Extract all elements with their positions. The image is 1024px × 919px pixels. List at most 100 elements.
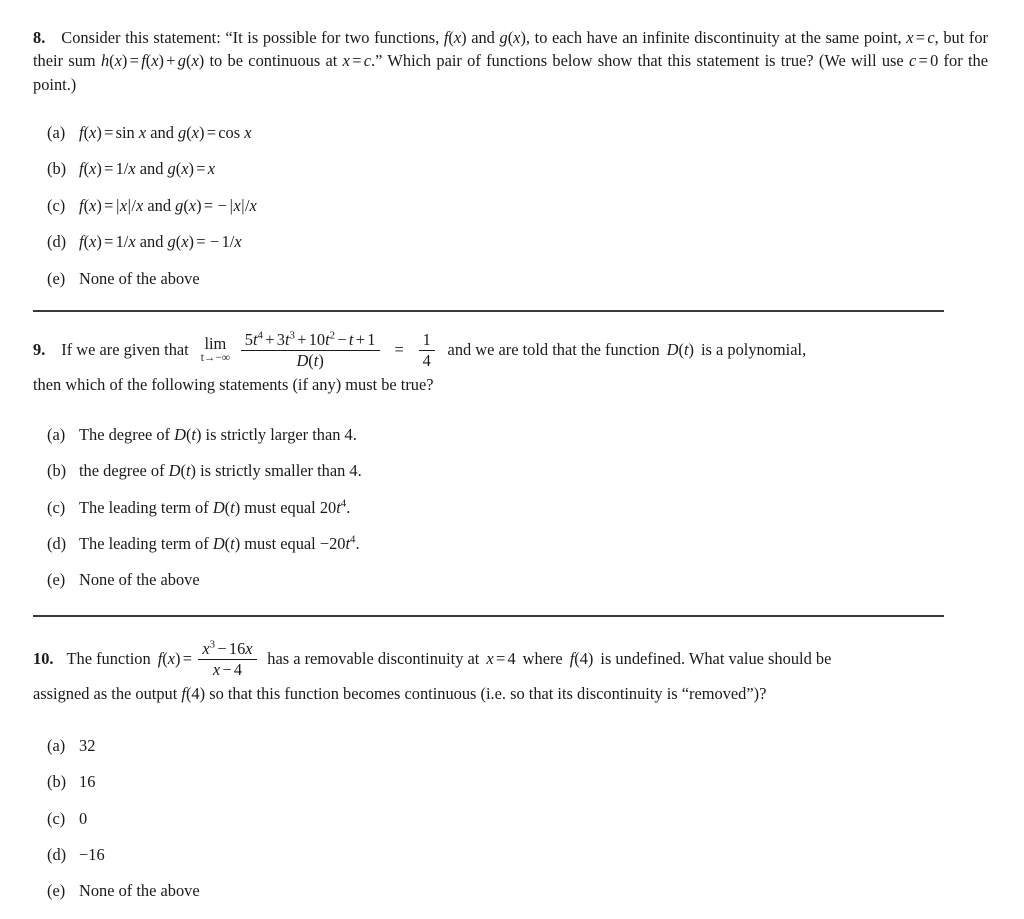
result-fraction: 1 4: [418, 330, 435, 370]
choice-label: (b): [47, 772, 67, 792]
question-8-text-c: , to each have an infinite discontinuity…: [525, 28, 907, 47]
question-9-text-pre: If we are given that: [61, 340, 189, 360]
question-8-choice-c[interactable]: (c) f(x) = |x|/x and g(x) = − |x|/x: [33, 195, 988, 215]
question-8-h-eq: h(x) = f(x) + g(x): [100, 51, 205, 71]
choice-label: (c): [47, 195, 66, 215]
question-9-prompt-line-1: 9. If we are given that lim t→−∞ 5t4 +3t3…: [33, 329, 988, 370]
question-8-choice-d[interactable]: (d) f(x) = 1/x and g(x) = −1/x: [33, 232, 988, 252]
question-9-text-post: is a polynomial,: [701, 340, 807, 360]
choice-text: 0: [79, 808, 88, 828]
question-9-choice-a[interactable]: (a) The degree of D(t) is strictly large…: [33, 424, 988, 444]
question-10-text-post: is undefined. What value should be: [600, 649, 832, 669]
choice-text: f(x) = |x|/x and g(x) = − |x|/x: [79, 195, 257, 215]
question-10-line2-f4: f(4): [181, 684, 206, 704]
question-9-choice-c[interactable]: (c) The leading term of D(t) must equal …: [33, 497, 988, 517]
choice-text: None of the above: [79, 570, 200, 590]
choice-text: 32: [79, 735, 96, 755]
choice-text: f(x) = 1/x and g(x) = −1/x: [79, 232, 242, 252]
question-8-choices: (a) f(x) = sin x and g(x) = cos x (b) f(x) = 1…: [33, 122, 988, 288]
question-9-Dt: D(t): [666, 340, 694, 360]
choice-label: (d): [47, 533, 67, 553]
question-10-prompt-line-2: assigned as the output f(4) so that this…: [33, 682, 988, 705]
question-9-choice-e[interactable]: (e) None of the above: [33, 570, 988, 590]
choice-label: (c): [47, 808, 66, 828]
choice-label: (c): [47, 497, 66, 517]
question-9-number: 9.: [33, 340, 46, 360]
question-8-fx: f(x): [443, 28, 467, 47]
choice-text: −16: [79, 844, 105, 864]
question-10-number: 10.: [33, 649, 54, 669]
question-8-x-eq-c: x = c: [906, 28, 935, 47]
choice-label: (d): [47, 232, 67, 252]
limit-operator: lim t→−∞: [200, 333, 231, 365]
choice-text: the degree of D(t) is strictly smaller t…: [79, 461, 362, 481]
question-10-f-eq: f(x) =: [157, 649, 193, 669]
limit-subscript: t→−∞: [200, 352, 231, 365]
choice-label: (a): [47, 122, 66, 142]
choice-text: f(x) = 1/x and g(x) = x: [79, 159, 216, 179]
question-9-prompt-line-2: then which of the following statements (…: [33, 375, 434, 395]
choice-text: f(x) = sin x and g(x) = cos x: [79, 122, 252, 142]
question-10-choice-b[interactable]: (b) 16: [33, 772, 988, 792]
question-8-text-f: .” Which pair of functions below show th…: [371, 51, 909, 71]
question-9-choices: (a) The degree of D(t) is strictly large…: [33, 424, 988, 590]
question-9-choice-b[interactable]: (b) the degree of D(t) is strictly small…: [33, 461, 988, 481]
function-fraction: x3−16x x −4: [198, 638, 257, 679]
question-10-text-mid: has a removable discontinuity at: [267, 649, 480, 669]
question-8-text-b: and: [466, 28, 500, 47]
limit-denominator: D(t): [240, 349, 380, 370]
question-10-prompt-line-1: 10. The function f(x) = x3−16x x −4 has a …: [33, 638, 988, 679]
question-8-choice-a[interactable]: (a) f(x) = sin x and g(x) = cos x: [33, 122, 988, 142]
question-10: 10. The function f(x) = x3−16x x −4 has a …: [33, 638, 988, 901]
question-8-choice-b[interactable]: (b) f(x) = 1/x and g(x) = x: [33, 159, 988, 179]
question-10-choice-a[interactable]: (a) 32: [33, 735, 988, 755]
choice-text: The leading term of D(t) must equal −20t…: [79, 533, 360, 553]
question-8-gx: g(x): [499, 28, 526, 47]
question-10-line2-b: so that this function becomes continuous…: [205, 684, 767, 704]
fraction-denominator: x −4: [198, 658, 257, 679]
choice-text: None of the above: [79, 268, 200, 288]
result-numerator: 1: [422, 330, 431, 349]
question-8-x-eq-c-2: x = c: [342, 51, 372, 71]
question-9-choice-d[interactable]: (d) The leading term of D(t) must equal …: [33, 533, 988, 553]
question-10-choice-e[interactable]: (e) None of the above: [33, 881, 988, 901]
question-8-text-a: Consider this statement: “It is possible…: [61, 28, 444, 47]
equals-sign: =: [394, 340, 404, 360]
question-8-prompt: 8. Consider this statement: “It is possib…: [33, 26, 988, 96]
limit-fraction: 5t4 +3t3 +10t2− t +1 D(t): [240, 329, 380, 370]
choice-label: (e): [47, 881, 66, 901]
question-10-text-pre: The function: [66, 649, 151, 669]
choice-label: (e): [47, 268, 66, 288]
choice-text: The leading term of D(t) must equal 20t4…: [79, 497, 351, 517]
limit-lim-text: lim: [204, 333, 227, 353]
question-10-choice-d[interactable]: (d) −16: [33, 844, 988, 864]
document-page: 8. Consider this statement: “It is possib…: [0, 0, 1024, 919]
choice-label: (b): [47, 461, 67, 481]
choice-label: (a): [47, 424, 66, 444]
choice-text: None of the above: [79, 881, 200, 901]
choice-label: (b): [47, 159, 67, 179]
question-10-line2-a: assigned as the output: [33, 684, 182, 704]
question-10-text-mid2: where: [522, 649, 563, 669]
question-10-x-eq-4: x = 4: [486, 649, 516, 669]
question-10-choices: (a) 32 (b) 16 (c) 0 (d) −16 (e) None of …: [33, 735, 988, 901]
divider-after-question-8: [33, 310, 944, 312]
choice-label: (d): [47, 844, 67, 864]
question-8-c-eq-0: c = 0: [908, 51, 939, 71]
question-8: 8. Consider this statement: “It is possib…: [33, 26, 988, 287]
choice-text: The degree of D(t) is strictly larger th…: [79, 424, 357, 444]
divider-after-question-9: [33, 615, 944, 617]
limit-numerator: 5t4 +3t3 +10t2− t +1: [244, 329, 376, 349]
choice-label: (e): [47, 570, 66, 590]
question-8-number: 8.: [33, 28, 46, 47]
choice-text: 16: [79, 772, 96, 792]
question-8-text-e: to be continuous at: [204, 51, 343, 71]
question-9-text-mid: and we are told that the function: [447, 340, 660, 360]
result-denominator: 4: [418, 349, 435, 370]
question-10-f4: f(4): [569, 649, 594, 669]
choice-label: (a): [47, 735, 66, 755]
fraction-numerator: x3−16x: [202, 638, 253, 658]
question-8-choice-e[interactable]: (e) None of the above: [33, 268, 988, 288]
question-10-choice-c[interactable]: (c) 0: [33, 808, 988, 828]
question-9: 9. If we are given that lim t→−∞ 5t4 +3t3…: [33, 329, 988, 590]
